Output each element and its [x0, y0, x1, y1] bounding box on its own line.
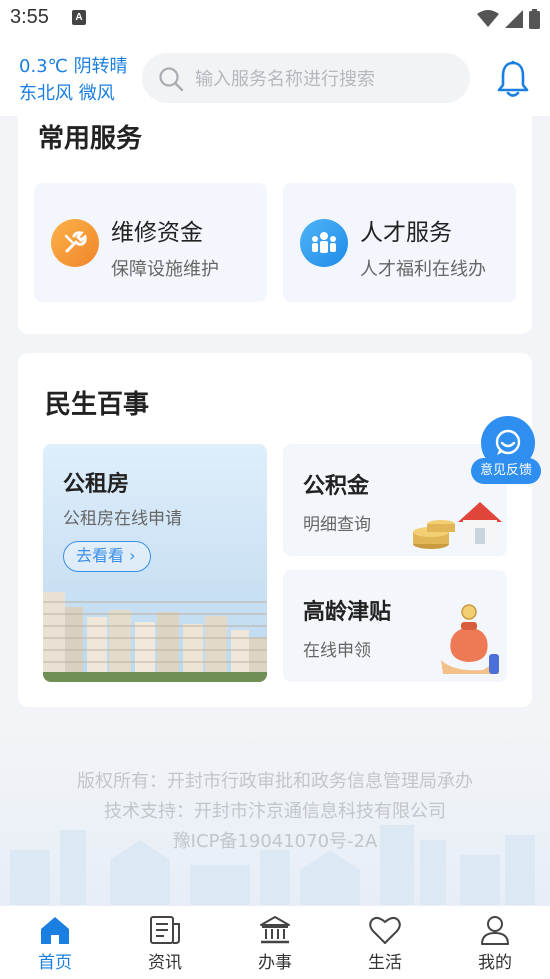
tab-services[interactable]: 办事: [220, 906, 330, 979]
status-time: 3:55: [10, 6, 49, 28]
weather-temperature: 0.3℃ 阴转晴: [19, 56, 128, 77]
wifi-icon: [477, 10, 499, 27]
tab-label: 我的: [478, 953, 512, 973]
feedback-label: 意见反馈: [471, 458, 541, 484]
section-title: 民生百事: [45, 390, 150, 420]
wrench-icon: [51, 219, 99, 267]
weather-widget[interactable]: 0.3℃ 阴转晴 东北风 微风: [19, 53, 128, 107]
tab-profile[interactable]: 我的: [440, 906, 550, 979]
tile-title: 公积金: [303, 474, 370, 499]
weather-wind: 东北风 微风: [19, 83, 115, 104]
footer-line-support: 技术支持：开封市汴京通信息科技有限公司: [104, 801, 446, 822]
footer-line-icp: 豫ICP备19041070号-2A: [172, 831, 378, 852]
city-buildings-image: [43, 592, 267, 682]
person-icon: [481, 916, 509, 945]
bell-icon[interactable]: [496, 60, 530, 98]
button-label: 去看看: [76, 546, 125, 565]
chevron-right-icon: ›: [129, 546, 136, 565]
section-title: 常用服务: [38, 124, 143, 154]
tab-label: 首页: [38, 953, 72, 973]
tab-label: 办事: [258, 953, 292, 973]
public-housing-tile[interactable]: 公租房 公租房在线申请 去看看 ›: [43, 444, 267, 682]
service-repair-fund[interactable]: 维修资金 保障设施维护: [34, 183, 267, 302]
home-icon: [41, 917, 69, 944]
tile-subtitle: 明细查询: [303, 515, 371, 535]
heart-icon: [369, 916, 401, 944]
search-icon: [159, 67, 184, 92]
livelihood-card: 民生百事 公租房 公租房在线申请 去看看 › 公积金 明细查询 高龄津贴 在线申…: [18, 353, 532, 707]
service-title: 人才服务: [360, 220, 452, 246]
service-subtitle: 人才福利在线办: [360, 259, 486, 280]
tab-news[interactable]: 资讯: [110, 906, 220, 979]
service-talent[interactable]: 人才服务 人才福利在线办: [283, 183, 516, 302]
house-coins-icon: [413, 502, 502, 549]
search-placeholder: 输入服务名称进行搜索: [195, 69, 375, 90]
sim-icon: A: [72, 10, 86, 25]
status-icons: [477, 9, 540, 29]
tab-home[interactable]: 首页: [0, 906, 110, 979]
view-more-button[interactable]: 去看看 ›: [63, 541, 151, 572]
tab-label: 资讯: [148, 953, 182, 973]
tab-life[interactable]: 生活: [330, 906, 440, 979]
government-building-icon: [260, 916, 290, 944]
search-bar[interactable]: 输入服务名称进行搜索: [142, 53, 470, 103]
tile-subtitle: 在线申领: [303, 641, 371, 661]
news-icon: [150, 916, 180, 944]
tile-subtitle: 公租房在线申请: [63, 509, 182, 529]
common-services-card: 常用服务 维修资金 保障设施维护 人才服务 人才福利在线办: [18, 108, 532, 334]
tab-label: 生活: [368, 953, 402, 973]
footer-copyright: 版权所有：开封市行政审批和政务信息管理局承办 技术支持：开封市汴京通信息科技有限…: [0, 767, 550, 857]
service-subtitle: 保障设施维护: [111, 259, 219, 280]
battery-icon: [529, 9, 540, 29]
tile-title: 公租房: [63, 472, 130, 497]
tile-title: 高龄津贴: [303, 600, 392, 625]
money-bag-icon: [441, 604, 499, 674]
elderly-allowance-tile[interactable]: 高龄津贴 在线申领: [283, 570, 507, 682]
footer-line-owner: 版权所有：开封市行政审批和政务信息管理局承办: [77, 771, 473, 792]
feedback-button[interactable]: 意见反馈: [471, 416, 543, 486]
signal-icon: [505, 10, 523, 28]
status-bar: 3:55 A: [0, 0, 550, 38]
bottom-tab-bar: 首页 资讯 办事 生活 我的: [0, 905, 550, 979]
service-title: 维修资金: [111, 220, 203, 246]
header: 0.3℃ 阴转晴 东北风 微风 输入服务名称进行搜索: [0, 38, 550, 116]
people-icon: [300, 219, 348, 267]
